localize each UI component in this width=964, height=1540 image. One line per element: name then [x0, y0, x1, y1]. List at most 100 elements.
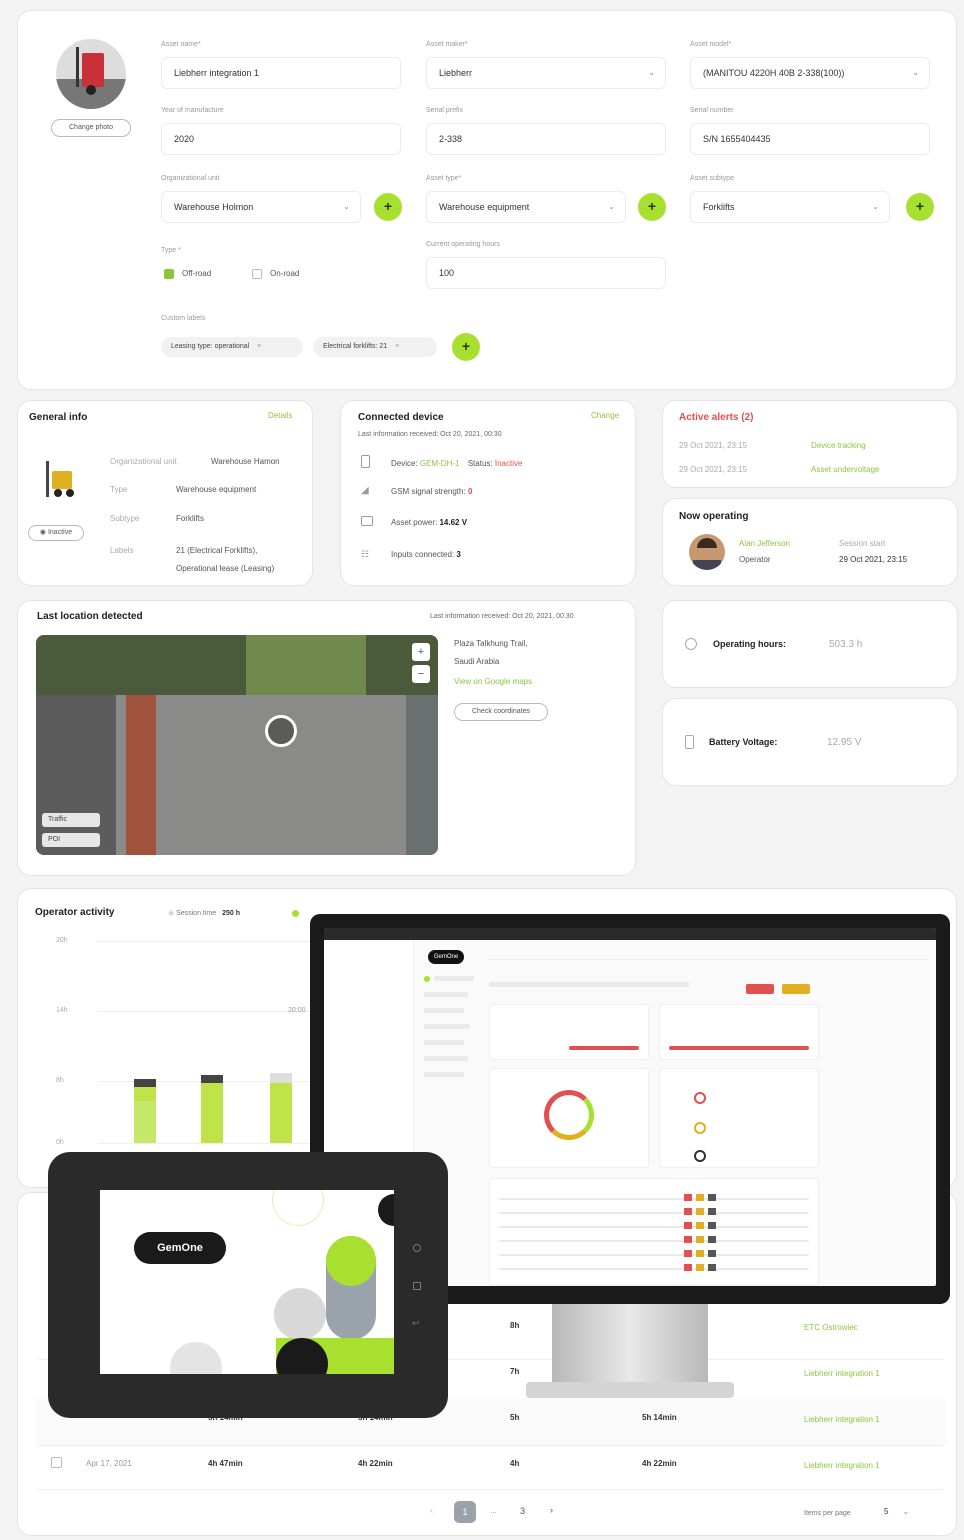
asset-type-select[interactable]: Warehouse equipment ⌄ — [426, 191, 626, 223]
inputs-icon: ☷ — [361, 549, 370, 559]
table-cell: 4h 22min — [642, 1459, 677, 1468]
chip-text: Leasing type: operational — [171, 343, 250, 350]
gsm-line: GSM signal strength: 0 — [391, 487, 472, 496]
asset-subtype-select[interactable]: Forklifts ⌄ — [690, 191, 890, 223]
on-road-checkbox[interactable] — [252, 269, 262, 279]
map-zoom-out-button[interactable]: − — [412, 665, 430, 683]
info-key: Type — [110, 485, 128, 494]
close-icon[interactable]: × — [257, 343, 261, 350]
custom-label-chip[interactable]: Leasing type: operational × — [161, 337, 303, 357]
asset-maker-value: Liebherr — [439, 68, 473, 78]
pagination-prev-button[interactable]: ‹ — [430, 1505, 433, 1515]
operating-hours-input[interactable]: 100 — [426, 257, 666, 289]
activity-bar-segment — [134, 1079, 156, 1087]
table-cell: 4h 47min — [208, 1459, 243, 1468]
activity-bar[interactable] — [201, 1075, 223, 1143]
custom-label-chip[interactable]: Electrical forklifts: 21 × — [313, 337, 437, 357]
details-link[interactable]: Details — [268, 411, 292, 420]
session-label: Session time — [176, 910, 217, 917]
google-maps-link[interactable]: View on Google maps — [454, 677, 532, 686]
operator-activity-title: Operator activity — [35, 907, 115, 918]
forklift-thumbnail — [44, 461, 78, 497]
table-cell-link[interactable]: ETC Ostrowiec — [804, 1323, 858, 1332]
operator-name-link[interactable]: Alan Jefferson — [739, 539, 790, 548]
poi-toggle[interactable]: POI — [42, 833, 100, 847]
grid-line — [98, 941, 338, 942]
monitor-logo: GemOne — [428, 950, 464, 964]
monitor-stand-neck — [552, 1304, 708, 1382]
status-dot-icon: ◉ — [39, 529, 48, 536]
check-coordinates-button[interactable]: Check coordinates — [454, 703, 548, 721]
serial-prefix-input[interactable]: 2-338 — [426, 123, 666, 155]
chevron-down-icon: ⌄ — [912, 68, 919, 77]
tablet-menu-button-icon[interactable] — [413, 1282, 421, 1290]
device-line: Device: GEM-DH-1 Status: Inactive — [391, 459, 522, 468]
y-tick-label: 14h — [56, 1007, 68, 1014]
table-cell: 5h — [510, 1413, 520, 1422]
map-zoom-in-button[interactable]: + — [412, 643, 430, 661]
asset-model-label: Asset model* — [690, 41, 732, 48]
info-key: Labels — [110, 546, 134, 555]
asset-model-value: (MANITOU 4220H 40B 2-338(100)) — [703, 68, 845, 78]
alert-link[interactable]: Asset undervoltage — [811, 465, 880, 474]
gsm-value: 0 — [467, 487, 473, 496]
table-cell-link[interactable]: Liebherr integration 1 — [804, 1461, 880, 1470]
asset-model-select[interactable]: (MANITOU 4220H 40B 2-338(100)) ⌄ — [690, 57, 930, 89]
add-asset-type-button[interactable]: + — [638, 193, 666, 221]
org-unit-select[interactable]: Warehouse Holmon ⌄ — [161, 191, 361, 223]
tablet-home-button-icon[interactable] — [413, 1244, 421, 1252]
y-tick-label: 20h — [56, 937, 68, 944]
power-label: Asset power: — [391, 518, 438, 527]
operating-hours-value: 100 — [439, 268, 455, 278]
table-cell: Apr 17, 2021 — [86, 1459, 132, 1468]
serial-prefix-label: Serial prefix — [426, 107, 463, 114]
general-info-card: General info Details ◉ Inactive Organiza… — [17, 400, 313, 586]
asset-name-input[interactable]: Liebherr integration 1 — [161, 57, 401, 89]
pagination-next-button[interactable]: › — [550, 1505, 553, 1515]
info-key: Organizational unit — [110, 457, 177, 466]
add-asset-subtype-button[interactable]: + — [906, 193, 934, 221]
change-device-link[interactable]: Change — [591, 411, 619, 420]
decorative-circle — [272, 1190, 324, 1226]
location-pin-icon — [265, 715, 297, 747]
table-cell-link[interactable]: Liebherr integration 1 — [804, 1415, 880, 1424]
device-label: Device: — [391, 459, 418, 468]
activity-bar[interactable] — [270, 1073, 292, 1143]
status-label: Status: — [467, 459, 493, 468]
connected-device-title: Connected device — [358, 412, 444, 423]
decorative-circle — [170, 1342, 222, 1374]
add-custom-label-button[interactable]: + — [452, 333, 480, 361]
table-cell-link[interactable]: Liebherr integration 1 — [804, 1369, 880, 1378]
asset-type-label: Asset type* — [426, 175, 462, 182]
decorative-circle — [274, 1288, 326, 1340]
change-photo-button[interactable]: Change photo — [51, 119, 131, 137]
operating-hours-value: 503.3 h — [829, 639, 863, 650]
serial-number-label: Serial number — [690, 107, 734, 114]
off-road-checkbox[interactable] — [164, 269, 174, 279]
serial-number-input[interactable]: S/N 1655404435 — [690, 123, 930, 155]
asset-maker-select[interactable]: Liebherr ⌄ — [426, 57, 666, 89]
y-tick-label: 8h — [56, 1077, 64, 1084]
decorative-circle — [326, 1236, 376, 1286]
status-badge: ◉ Inactive — [28, 525, 84, 541]
connected-device-card: Connected device Change Last information… — [340, 400, 636, 586]
close-icon[interactable]: × — [395, 343, 399, 350]
traffic-label: Traffic — [48, 816, 68, 823]
session-time-legend: ◉ Session time 250 h — [168, 909, 240, 917]
table-cell: 4h — [510, 1459, 520, 1468]
pagination-page-current[interactable]: 1 — [454, 1501, 476, 1523]
items-per-page-select[interactable]: 5 ⌄ — [884, 1507, 924, 1516]
alert-link[interactable]: Device tracking — [811, 441, 866, 450]
device-link[interactable]: GEM-DH-1 — [420, 459, 460, 468]
add-org-unit-button[interactable]: + — [374, 193, 402, 221]
year-input[interactable]: 2020 — [161, 123, 401, 155]
asset-type-value: Warehouse equipment — [439, 202, 530, 212]
traffic-toggle[interactable]: Traffic — [42, 813, 100, 827]
pagination-page-last[interactable]: 3 — [520, 1506, 525, 1516]
satellite-map[interactable]: + − Traffic POI — [36, 635, 438, 855]
asset-photo — [56, 39, 126, 109]
row-checkbox[interactable] — [51, 1457, 62, 1468]
alert-date: 29 Oct 2021, 23:15 — [679, 441, 748, 450]
tablet-back-button-icon[interactable]: ↩ — [412, 1318, 420, 1329]
battery-voltage-label: Battery Voltage: — [709, 737, 778, 747]
